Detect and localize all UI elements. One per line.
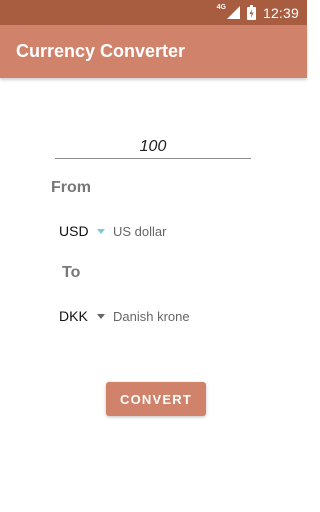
app-bar: Currency Converter [0,25,307,78]
status-icons: 4G 12:39 [217,0,299,25]
to-currency-spinner[interactable]: DKK Danish krone [59,306,190,326]
from-currency-name: US dollar [113,223,167,239]
from-currency-spinner[interactable]: USD US dollar [59,221,166,241]
signal-icon [226,6,240,19]
to-currency-code: DKK [59,308,88,324]
status-bar: 4G 12:39 [0,0,307,25]
to-label: To [62,264,81,281]
from-currency-code: USD [59,223,89,239]
app-title: Currency Converter [16,41,186,61]
dropdown-arrow-icon [97,313,113,319]
amount-input[interactable] [55,136,251,159]
convert-button[interactable]: CONVERT [106,382,206,416]
from-label: From [51,179,91,196]
network-type-label: 4G [216,4,226,11]
battery-icon [246,5,256,20]
to-currency-name: Danish krone [113,308,190,324]
dropdown-arrow-icon [97,228,113,234]
clock: 12:39 [262,4,299,21]
